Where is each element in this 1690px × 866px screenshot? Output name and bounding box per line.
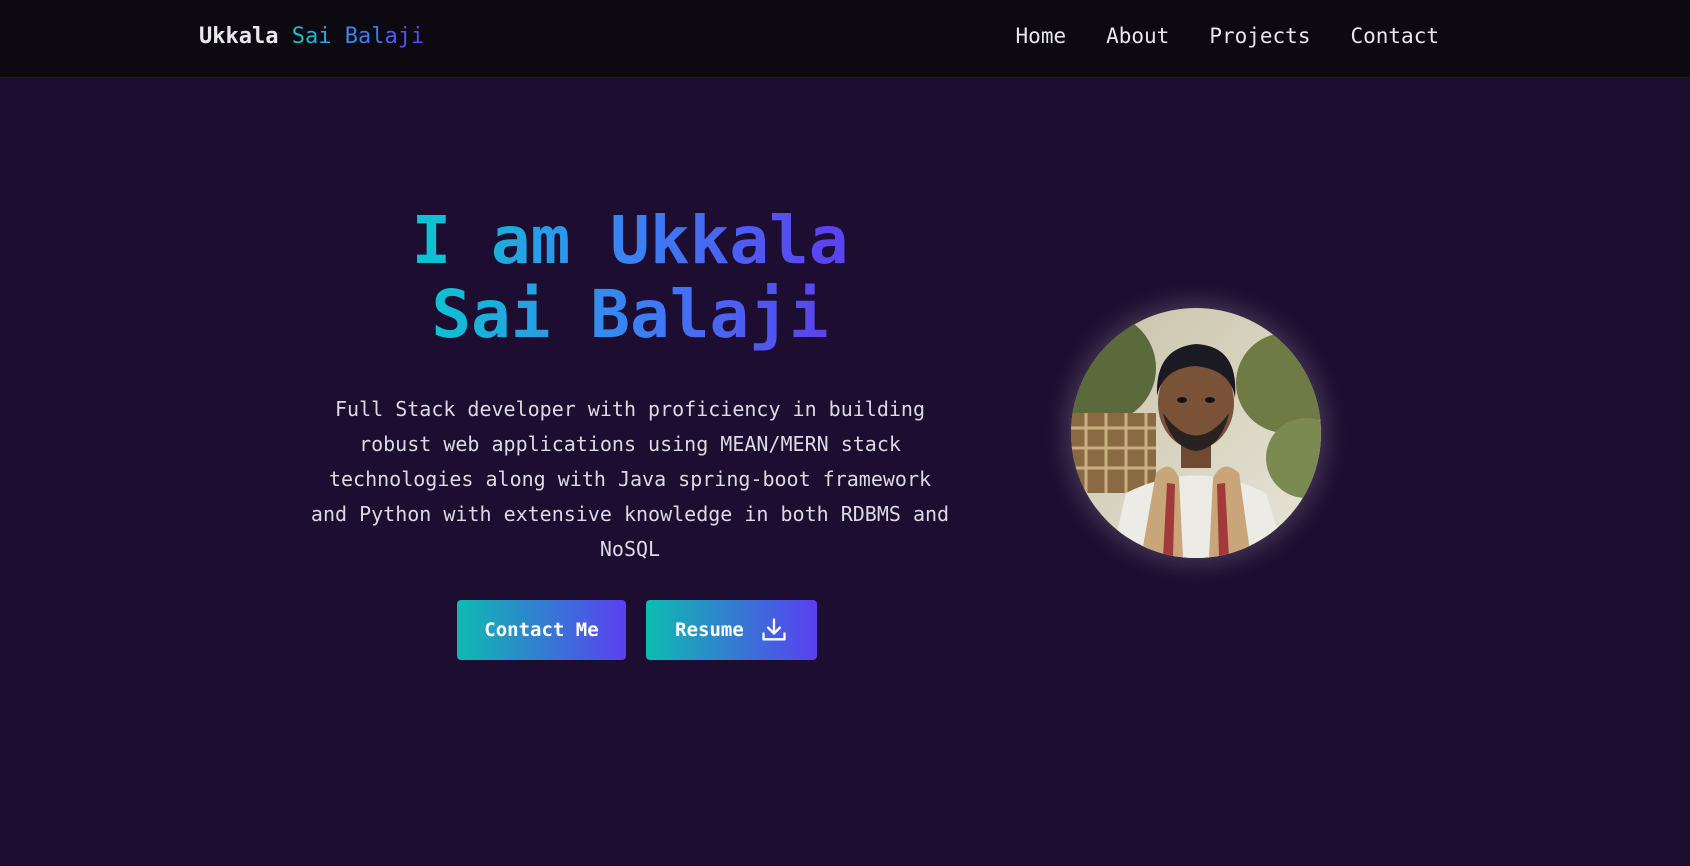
- nav-home-link[interactable]: Home: [1016, 24, 1067, 48]
- contact-me-button[interactable]: Contact Me: [457, 600, 626, 660]
- nav-projects-link[interactable]: Projects: [1209, 24, 1310, 48]
- hero-section: I am Ukkala Sai Balaji Full Stack develo…: [310, 204, 950, 567]
- nav-contact-link[interactable]: Contact: [1350, 24, 1439, 48]
- resume-label: Resume: [675, 619, 744, 641]
- top-navbar: Ukkala Sai Balaji Home About Projects Co…: [0, 0, 1690, 78]
- resume-download-button[interactable]: Resume: [646, 600, 817, 660]
- hero-title-line1: I am Ukkala: [411, 202, 849, 279]
- site-logo[interactable]: Ukkala Sai Balaji: [199, 24, 424, 49]
- hero-actions: Contact Me Resume: [457, 600, 817, 660]
- contact-me-label: Contact Me: [484, 619, 599, 641]
- profile-avatar: [1071, 308, 1321, 558]
- hero-description: Full Stack developer with proficiency in…: [310, 397, 950, 561]
- logo-highlight-name: Sai Balaji: [291, 24, 425, 49]
- hero-title: I am Ukkala Sai Balaji: [310, 204, 950, 352]
- profile-photo: [1071, 308, 1321, 558]
- main-nav: Home About Projects Contact: [1016, 24, 1439, 48]
- nav-about-link[interactable]: About: [1106, 24, 1169, 48]
- logo-first-name: Ukkala: [199, 24, 279, 49]
- download-icon: [762, 618, 786, 641]
- hero-title-line2: Sai Balaji: [431, 276, 829, 353]
